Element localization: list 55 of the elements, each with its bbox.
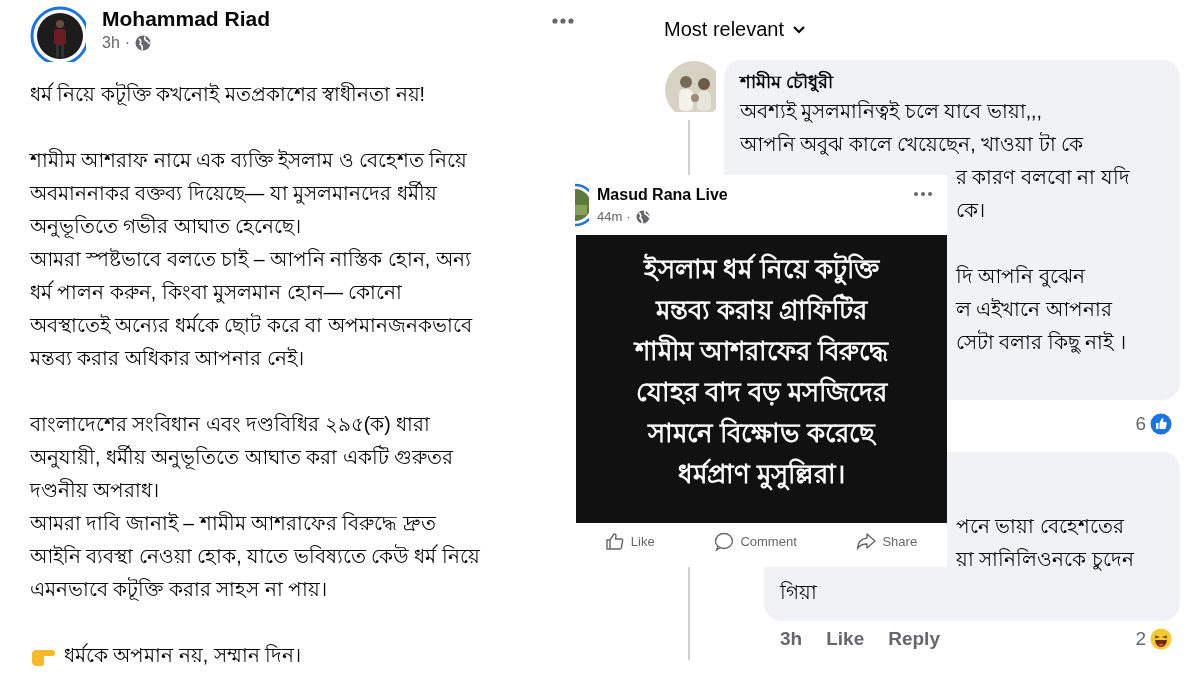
more-icon[interactable] xyxy=(913,191,933,197)
author-name[interactable]: Masud Rana Live xyxy=(597,183,905,207)
graphic-text: সামনে বিক্ষোভ করেছে xyxy=(646,416,878,450)
post-text: মন্তব্য করার অধিকার আপনার নেই। xyxy=(30,346,304,371)
post-text: ধর্ম নিয়ে কটূক্তি কখনোই মতপ্রকাশের স্বাধীনতা নয়! xyxy=(30,81,425,108)
post-text: আইনি ব্যবস্থা নেওয়া হোক, যাতে ভবিষ্যতে কেউ ধর্ম নিয়ে xyxy=(30,543,480,569)
comment-text: পনে ভায়া বেহেশতের xyxy=(956,514,1124,539)
comment-text: গিয়া xyxy=(780,580,817,605)
post-text: শামীম আশরাফ নামে এক ব্যক্তি ইসলাম ও বেহেশত নিয়ে xyxy=(30,147,468,173)
reaction-count: 6 xyxy=(1135,411,1146,436)
commenter-name[interactable]: শামীম চৌধুরী xyxy=(740,70,1164,96)
post-time: 3h xyxy=(102,33,120,54)
reaction-count: 2 xyxy=(1135,627,1146,651)
comment-action-link[interactable]: Like xyxy=(826,625,865,654)
graphic-text: যোহর বাদ বড় মসজিদের xyxy=(634,375,889,409)
post-text: অনুভূতিতে গভীর আঘাত হেনেছে। xyxy=(30,213,302,241)
thumbs-up-icon xyxy=(604,532,625,552)
post-action-button[interactable]: Like xyxy=(603,531,656,553)
chevron-down-icon[interactable] xyxy=(792,24,807,34)
comment-text: আপনি অবুঝ কালে খেয়েছেন, খাওয়া টা কে xyxy=(740,131,1083,158)
globe-icon xyxy=(634,208,651,225)
graphic-text: মন্তব্য করায় গ্রাফিটির xyxy=(654,292,869,327)
post-text: আমরা দাবি জানাই – শামীম আশরাফের বিরুদ্ধে দ্রুত xyxy=(30,510,436,536)
comment-text: ল এইখানে আপনার xyxy=(956,297,1112,323)
more-icon[interactable] xyxy=(552,18,574,24)
post-time: 44m xyxy=(597,208,623,226)
post-text: ধর্মকে অপমান নয়, সম্মান দিন। xyxy=(64,642,302,668)
author-name[interactable]: Mohammad Riad xyxy=(102,6,536,32)
comment-action-link[interactable]: Reply xyxy=(888,625,940,654)
post-action-button[interactable]: Comment xyxy=(713,531,798,553)
post-text: বাংলাদেশের সংবিধান এবং দণ্ডবিধির ২৯৫(ক) ধারা xyxy=(30,412,431,437)
post-text: ধর্ম পালন করুন, কিংবা মুসলমান হোন— কোনো xyxy=(30,279,403,306)
share-arrow-icon xyxy=(856,532,877,552)
comment-text: সেটা বলার কিছু নাই । xyxy=(956,329,1126,356)
sort-dropdown[interactable]: Most relevant xyxy=(664,14,785,44)
comment-text: য়া সানিলিওনকে চুদেন xyxy=(956,547,1134,573)
graphic-text: ইসলাম ধর্ম নিয়ে কটুক্তি xyxy=(642,251,881,288)
speech-bubble-icon xyxy=(714,532,735,552)
post-action-button[interactable]: Share xyxy=(855,531,919,553)
comment-text: র কারণ বলবো না যদি xyxy=(956,165,1130,191)
post-text: অবমাননাকর বক্তব্য দিয়েছে— যা মুসলমানদের ধর্মীয় xyxy=(30,180,437,207)
graphic-text: শামীম আশরাফের বিরুদ্ধে xyxy=(632,333,890,368)
comment-text: দি আপনি বুঝেন xyxy=(956,264,1085,290)
graphic-text: ধর্মপ্রাণ মুসুল্লিরা। xyxy=(676,457,847,493)
globe-icon xyxy=(135,35,152,52)
comment-time: 3h xyxy=(780,627,803,651)
separator-dot: · xyxy=(626,208,631,226)
post-text: আমরা স্পষ্টভাবে বলতে চাই – আপনি নাস্তিক হোন, অন্য xyxy=(30,247,471,272)
post-text: দণ্ডনীয় অপরাধ। xyxy=(30,477,160,503)
comment-text: কে। xyxy=(956,198,985,224)
comment-text: অবশ্যই মুসলমানিত্বই চলে যাবে ভায়া,,, xyxy=(740,99,1042,125)
post-text: অবস্থাতেই অন্যের ধর্মকে ছোট করে বা অপমানজনকভাবে xyxy=(30,312,472,338)
post-text: অনুযায়ী, ধর্মীয় অনুভূতিতে আঘাত করা একটি গুরুতর xyxy=(30,444,453,472)
post-text: এমনভাবে কটূক্তি করার সাহস না পায়। xyxy=(30,576,328,603)
separator-dot: · xyxy=(124,33,131,54)
